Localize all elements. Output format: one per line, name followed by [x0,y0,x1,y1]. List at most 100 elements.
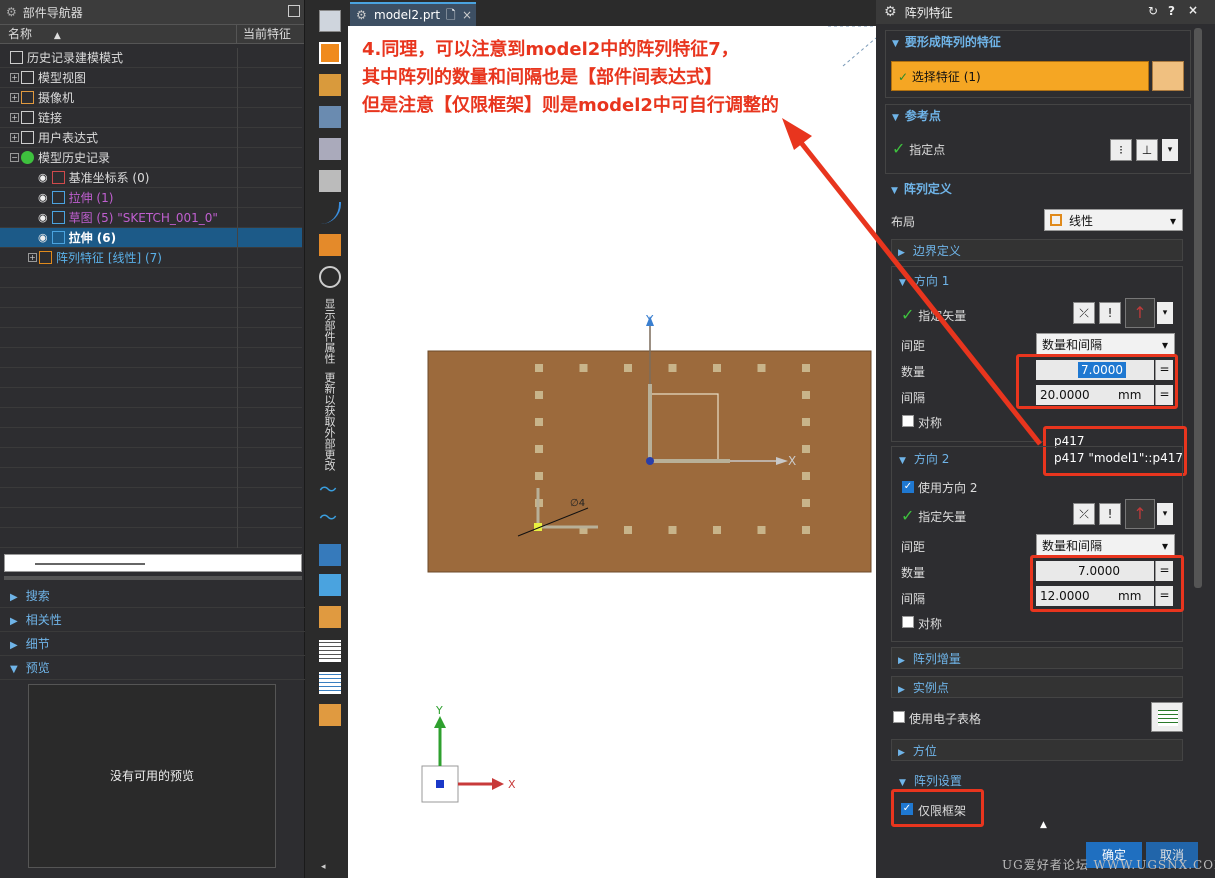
select-feature-label: 选择特征 (1) [911,70,981,84]
column-current-header[interactable]: 当前特征 [237,25,291,43]
tree-row[interactable]: ◉ 拉伸 (6) [0,228,302,248]
dir2-header[interactable]: ▼ 方向 2 [899,450,949,467]
tree-row[interactable]: + 模型视图 [0,68,302,88]
navigator-section[interactable]: ▶ 细节 [0,632,305,656]
vector-type-icon[interactable]: ↑ [1125,499,1155,529]
dir2-symmetric-checkbox[interactable] [902,616,914,628]
table-icon[interactable] [319,672,341,694]
dialog-scrollbar[interactable] [1194,28,1202,588]
vector-type-icon[interactable]: ↑ [1125,298,1155,328]
close-icon[interactable]: × [1188,3,1198,17]
chevron-down-icon[interactable]: ▾ [1157,503,1173,525]
wave-icon[interactable]: 〜 [319,508,341,530]
tree-row[interactable]: + 链接 [0,108,302,128]
column-name-header[interactable]: 名称 ▲ [0,25,237,43]
navigator-section[interactable]: ▶ 搜索 [0,584,305,608]
tree-row[interactable]: + 用户表达式 [0,128,302,148]
visibility-eye-icon[interactable]: ◉ [38,228,48,248]
spreadsheet-icon[interactable] [1151,702,1183,732]
select-feature-row[interactable]: ✓ 选择特征 (1) [891,61,1149,91]
visibility-eye-icon[interactable]: ◉ [38,208,48,228]
maximize-icon[interactable] [288,5,300,17]
surface-icon[interactable] [319,544,341,566]
dir1-header[interactable]: ▼ 方向 1 [899,272,949,289]
tree-row[interactable]: − 模型历史记录 [0,148,302,168]
tree-row-label: 拉伸 (1) [68,190,114,205]
current-feature-cell [237,88,302,108]
expand-icon[interactable]: + [10,133,19,142]
road-icon[interactable] [319,106,341,128]
dir1-symmetric-checkbox[interactable] [902,415,914,427]
expand-icon[interactable]: + [10,93,19,102]
navigator-section[interactable]: ▼ 预览 [0,656,305,680]
point-type-icon[interactable]: ⊥ [1136,139,1158,161]
feature-icon[interactable] [319,42,341,64]
delete-part-icon[interactable] [319,170,341,192]
triad-x-arrow [492,778,504,790]
ref-point-header[interactable]: ▼ 参考点 [886,105,1190,127]
vertical-label-update[interactable]: 更新以获取外部更改 [321,372,337,471]
scroll-left-icon[interactable]: ◂ [321,862,326,872]
expand-icon[interactable]: − [10,153,19,162]
viewport-svg[interactable]: Y X ∅4 Y X [348,26,876,878]
visibility-eye-icon[interactable]: ◉ [38,168,48,188]
use-spreadsheet-checkbox[interactable] [893,711,905,723]
tree-row-label: 基准坐标系 (0) [68,170,150,185]
divider[interactable] [4,576,302,580]
dir1-spacing-select[interactable]: 数量和间隔 [1036,333,1175,356]
orientation-section[interactable]: ▶ 方位 [891,739,1183,761]
curve-icon[interactable] [319,202,341,224]
boundary-def-section[interactable]: ▶ 边界定义 [891,239,1183,261]
reverse-direction-icon[interactable]: ! [1099,503,1121,525]
table-icon[interactable] [319,640,341,662]
pattern-increment-section[interactable]: ▶ 阵列增量 [891,647,1183,669]
layout-select[interactable]: 线性 [1044,209,1183,232]
refresh-icon[interactable] [319,266,341,288]
export-icon[interactable] [319,704,341,726]
feature-select-icon[interactable] [1152,61,1184,91]
document-icon[interactable]: 🗋 [446,4,456,26]
tree-row[interactable]: + 阵列特征 [线性] (7) [0,248,302,268]
expand-icon[interactable]: + [10,73,19,82]
wave-icon[interactable]: 〜 [319,480,341,502]
tab-model2[interactable]: ⚙ model2.prt 🗋 × [350,2,476,26]
vector-dialog-icon[interactable]: ⤫ [1073,503,1095,525]
expand-icon[interactable]: + [28,253,37,262]
dir2-spacing-select[interactable]: 数量和间隔 [1036,534,1175,557]
grid-surface-icon[interactable] [319,574,341,596]
close-icon[interactable]: × [462,4,472,26]
empty-row [0,468,302,488]
current-feature-cell [237,408,302,428]
dimension-label: ∅4 [570,498,585,509]
vertical-label-properties[interactable]: 显示部件属性 [321,298,337,364]
chevron-down-icon[interactable]: ▾ [1162,139,1178,161]
pattern-def-header[interactable]: ▼ 阵列定义 [885,178,1191,200]
point-dialog-icon[interactable]: ⁝ [1110,139,1132,161]
reverse-direction-icon[interactable]: ! [1099,302,1121,324]
use-dir2-checkbox[interactable]: ✓ [902,481,914,493]
collapse-up-icon[interactable]: ▲ [1040,820,1047,830]
tree-row[interactable]: ◉ 拉伸 (1) [0,188,302,208]
features-group-header[interactable]: ▼ 要形成阵列的特征 [886,31,1190,53]
tree-row[interactable]: ◉ 基准坐标系 (0) [0,168,302,188]
tree-row[interactable]: ◉ 草图 (5) "SKETCH_001_0" [0,208,302,228]
visibility-eye-icon[interactable]: ◉ [38,188,48,208]
help-icon[interactable]: ? [1168,4,1175,18]
section-label: 相关性 [25,613,62,627]
graphics-window[interactable]: Y X ∅4 Y X 4.同理，可以注意到model2中的阵列特征7， 其中阵列… [348,26,876,878]
reset-icon[interactable]: ↻ [1148,4,1158,18]
horizontal-scrollbar[interactable] [4,554,302,572]
vector-dialog-icon[interactable]: ⤫ [1073,302,1095,324]
assembly-icon[interactable] [319,74,341,96]
cluster-icon[interactable] [319,138,341,160]
tree-row[interactable]: + 摄像机 [0,88,302,108]
part-icon[interactable] [319,10,341,32]
expand-icon[interactable]: + [10,113,19,122]
navigator-section[interactable]: ▶ 相关性 [0,608,305,632]
part-list-icon[interactable] [319,606,341,628]
tree-row[interactable]: 历史记录建模模式 [0,48,302,68]
chevron-down-icon[interactable]: ▾ [1157,302,1173,324]
instance-point-section[interactable]: ▶ 实例点 [891,676,1183,698]
orange-box-icon[interactable] [319,234,341,256]
pattern-settings-header[interactable]: ▼ 阵列设置 [899,772,962,789]
